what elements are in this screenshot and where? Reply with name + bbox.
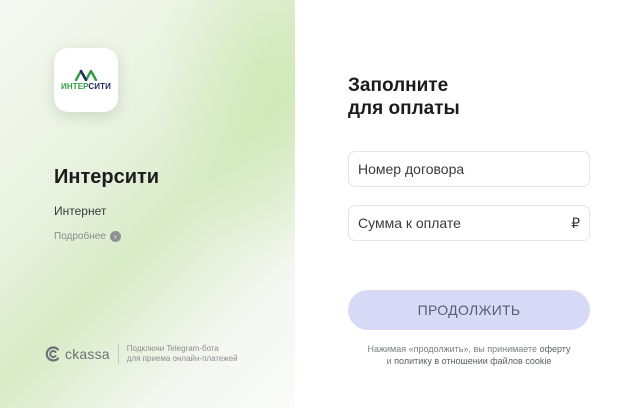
contract-number-input[interactable] [358, 161, 580, 177]
form-title-line-1: Заполните [348, 75, 449, 96]
cookie-policy-link[interactable]: политику в отношении файлов cookie [394, 356, 551, 366]
form-title: Заполните для оплаты [348, 74, 460, 120]
contract-number-field[interactable] [348, 151, 590, 187]
more-details-link[interactable]: Подробнее › [54, 231, 121, 242]
consent-text: Нажимая «продолжить», вы принимаете офер… [348, 343, 590, 367]
logo-wordmark: ИНТЕРСИТИ [61, 82, 111, 91]
footer-divider [117, 344, 119, 364]
ruble-icon: ₽ [571, 214, 580, 231]
amount-input[interactable] [358, 215, 566, 231]
ckassa-brand: ckassa [65, 346, 110, 362]
promo-line-1: Подключи Telegram-бота [126, 344, 219, 353]
consent-and: и [386, 356, 392, 366]
promo-line-2: для приема онлайн-платежей [126, 354, 238, 363]
continue-button[interactable]: ПРОДОЛЖИТЬ [348, 290, 590, 330]
offer-link[interactable]: оферту [540, 344, 571, 354]
intersiti-logo-icon [74, 69, 98, 81]
chevron-right-icon: › [109, 231, 121, 242]
merchant-name: Интерсити [54, 166, 160, 188]
ckassa-footer[interactable]: ckassa Подключи Telegram-бота для приема… [44, 344, 238, 364]
consent-prefix: Нажимая «продолжить», вы принимаете [367, 344, 538, 354]
form-title-line-2: для оплаты [348, 98, 460, 119]
more-details-label: Подробнее [54, 231, 106, 242]
merchant-logo: ИНТЕРСИТИ [54, 48, 118, 112]
telegram-bot-promo: Подключи Telegram-бота для приема онлайн… [127, 344, 238, 364]
amount-field[interactable]: ₽ [348, 205, 590, 241]
merchant-service: Интернет [54, 204, 107, 218]
ckassa-icon [45, 346, 60, 362]
ckassa-logo: ckassa [44, 345, 110, 363]
